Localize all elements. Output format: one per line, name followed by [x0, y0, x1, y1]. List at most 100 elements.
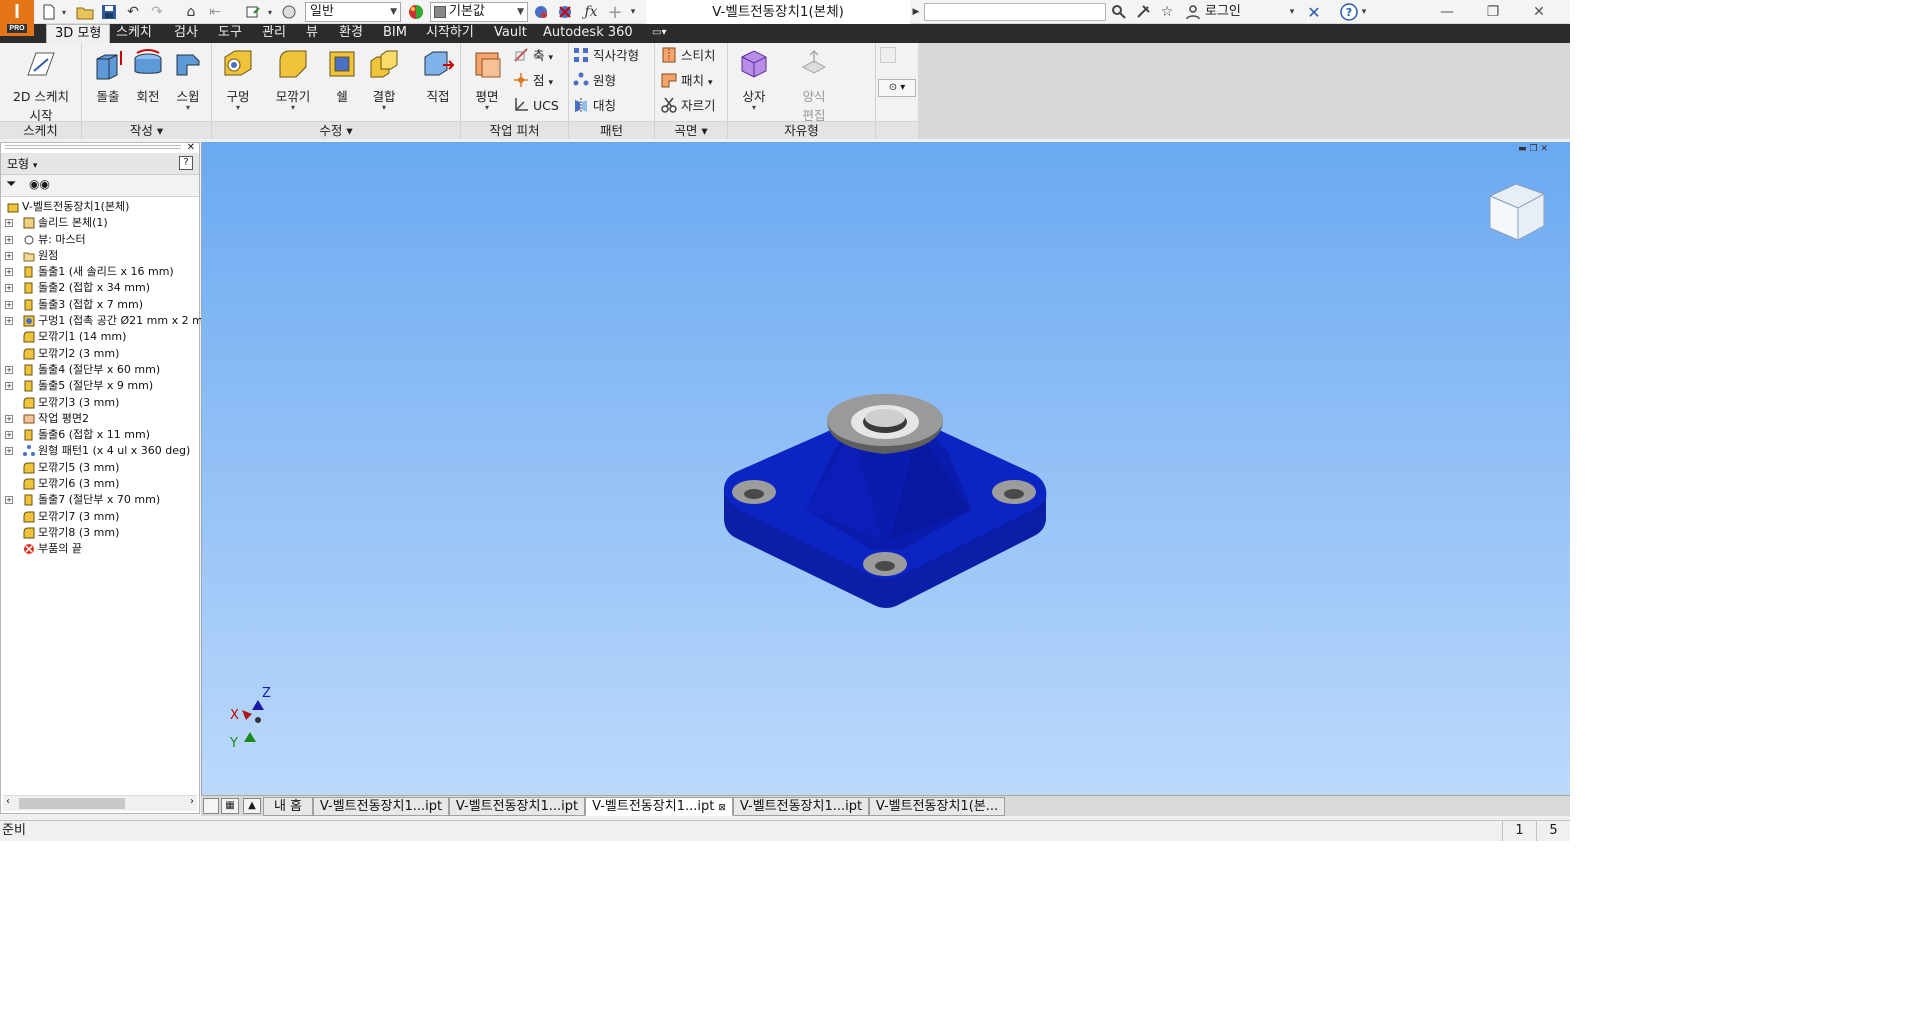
tree-root-node[interactable]: V-벨트전동장치1(본체) — [1, 199, 199, 215]
document-tab[interactable]: V-벨트전동장치1...ipt — [313, 797, 449, 816]
redo-icon[interactable]: ↷ — [146, 2, 168, 22]
tree-node[interactable]: 모깎기3 (3 mm) — [1, 395, 199, 411]
browser-header[interactable]: 모형 ▾ ? — [1, 153, 199, 175]
plus-icon[interactable]: + — [604, 2, 626, 23]
tree-node[interactable]: + 뷰: 마스터 — [1, 232, 199, 248]
viewport-minimize-icon[interactable]: ▬ — [1518, 144, 1527, 154]
shell-button[interactable]: 쉘 — [318, 45, 366, 105]
search-binoculars-icon[interactable] — [1108, 2, 1130, 22]
tab-sketch[interactable]: 스케치 — [108, 24, 160, 43]
scroll-thumb[interactable] — [19, 798, 125, 809]
tree-node[interactable]: + 구멍1 (접촉 공간 Ø21 mm x 2 mm, — [1, 313, 217, 329]
document-tab[interactable]: V-벨트전동장치1(본... — [869, 797, 1005, 816]
login-dropdown-icon[interactable]: ▾ — [1286, 2, 1298, 22]
help-icon[interactable]: ? — [1338, 2, 1360, 22]
tree-node[interactable]: 모깎기2 (3 mm) — [1, 346, 199, 362]
ribbon-display-options-icon[interactable]: ▭▾ — [644, 24, 674, 43]
tab-3d-model[interactable]: 3D 모형 — [46, 24, 111, 43]
tab-tools[interactable]: 도구 — [210, 24, 250, 43]
filter-icon[interactable]: ⏷ — [6, 177, 16, 192]
parameters-fx-icon[interactable]: ƒx — [580, 2, 602, 22]
hole-dropdown-icon[interactable]: ▾ — [214, 104, 262, 112]
tree-node[interactable]: 모깎기1 (14 mm) — [1, 329, 199, 345]
appearance-sphere-icon[interactable] — [405, 2, 427, 22]
tree-expand-icon[interactable]: + — [5, 365, 13, 374]
tree-node[interactable]: + 돌출4 (절단부 x 60 mm) — [1, 362, 199, 378]
fillet-dropdown-icon[interactable]: ▾ — [266, 104, 320, 112]
tab-view[interactable]: 뷰 — [298, 24, 326, 43]
sweep-dropdown-icon[interactable]: ▾ — [164, 104, 212, 112]
close-icon[interactable]: ✕ — [1516, 0, 1562, 24]
surface-panel-title[interactable]: 곡면 ▾ — [655, 121, 727, 139]
tree-node[interactable]: + 솔리드 본체(1) — [1, 215, 199, 231]
appearance-combo[interactable]: 기본값 ▼ — [430, 2, 528, 22]
open-folder-icon[interactable] — [74, 2, 96, 22]
start-2d-sketch-button[interactable]: 2D 스케치 시작 — [6, 45, 76, 124]
tree-expand-icon[interactable]: + — [5, 219, 13, 228]
scroll-left-icon[interactable]: ‹ — [6, 796, 10, 807]
user-icon[interactable] — [1182, 2, 1204, 22]
adjust-appearance-icon[interactable] — [530, 2, 552, 22]
plane-dropdown-icon[interactable]: ▾ — [463, 104, 511, 112]
combine-button[interactable]: 결합 ▾ — [360, 45, 408, 112]
restore-icon[interactable]: ❐ — [1470, 0, 1516, 24]
tree-node[interactable]: 모깎기5 (3 mm) — [1, 460, 199, 476]
modify-panel-title[interactable]: 수정 ▾ — [212, 121, 460, 139]
tab-autodesk-360[interactable]: Autodesk 360 — [535, 24, 641, 43]
direct-edit-button[interactable]: 직접 — [414, 45, 462, 105]
freeform-box-button[interactable]: 상자 ▾ — [730, 45, 778, 112]
plugin-icon[interactable] — [880, 47, 896, 63]
horizontal-scrollbar[interactable]: ‹ › — [3, 795, 197, 811]
tree-expand-icon[interactable]: + — [5, 496, 13, 505]
update-dropdown-icon[interactable]: ▾ — [264, 2, 276, 22]
tree-node[interactable]: + 돌출7 (절단부 x 70 mm) — [1, 492, 199, 508]
customize-qat-icon[interactable]: ▾ — [626, 2, 640, 22]
tree-expand-icon[interactable]: + — [5, 382, 13, 391]
tree-expand-icon[interactable]: + — [5, 251, 13, 260]
tree-node[interactable]: 모깎기6 (3 mm) — [1, 476, 199, 492]
work-axis-button[interactable]: 축 ▾ — [513, 45, 553, 67]
tree-node[interactable]: 모깎기7 (3 mm) — [1, 509, 199, 525]
tree-node[interactable]: 부품의 끝 — [1, 541, 199, 557]
tree-node[interactable]: + 원점 — [1, 248, 199, 264]
patch-dropdown-icon[interactable]: ▾ — [708, 78, 713, 88]
document-tab[interactable]: V-벨트전동장치1...ipt — [449, 797, 585, 816]
tree-node[interactable]: + 돌출2 (접합 x 34 mm) — [1, 280, 199, 296]
tree-expand-icon[interactable]: + — [5, 431, 13, 440]
document-tab[interactable]: 내 홈 — [263, 797, 313, 816]
scroll-right-icon[interactable]: › — [190, 796, 194, 807]
tree-node[interactable]: 모깎기8 (3 mm) — [1, 525, 199, 541]
tab-close-icon[interactable]: ⊠ — [718, 803, 726, 813]
point-dropdown-icon[interactable]: ▾ — [549, 78, 554, 88]
undo-icon[interactable]: ↶ — [122, 2, 144, 22]
viewcube[interactable] — [1484, 178, 1550, 248]
tree-node[interactable]: + 돌출1 (새 솔리드 x 16 mm) — [1, 264, 199, 280]
browser-close-icon[interactable]: ✕ — [187, 142, 195, 153]
browser-menu-dropdown-icon[interactable]: ▾ — [33, 161, 38, 171]
tab-vault[interactable]: Vault — [486, 24, 535, 43]
document-tab[interactable]: V-벨트전동장치1...ipt — [733, 797, 869, 816]
combine-dropdown-icon[interactable]: ▾ — [360, 104, 408, 112]
work-plane-button[interactable]: 평면 ▾ — [463, 45, 511, 112]
tab-get-started[interactable]: 시작하기 — [418, 24, 482, 43]
ucs-button[interactable]: UCS — [513, 95, 559, 117]
tree-expand-icon[interactable]: + — [5, 268, 13, 277]
hole-button[interactable]: 구멍 ▾ — [214, 45, 262, 112]
tree-node[interactable]: + 돌출3 (접합 x 7 mm) — [1, 297, 199, 313]
rectangular-pattern-button[interactable]: 직사각형 — [573, 45, 639, 67]
tab-environments[interactable]: 환경 — [331, 24, 371, 43]
tree-node[interactable]: + 돌출6 (접합 x 11 mm) — [1, 427, 199, 443]
help-search-input[interactable] — [924, 3, 1106, 21]
tree-node[interactable]: + 원형 패턴1 (x 4 ul x 360 deg) — [1, 443, 199, 459]
create-panel-title[interactable]: 작성 ▾ — [82, 121, 211, 139]
save-icon[interactable] — [98, 2, 120, 22]
tree-expand-icon[interactable]: + — [5, 414, 13, 423]
tree-expand-icon[interactable]: + — [5, 317, 13, 326]
return-icon[interactable]: ⇤ — [204, 2, 226, 22]
tree-node[interactable]: + 돌출5 (절단부 x 9 mm) — [1, 378, 199, 394]
find-binoculars-icon[interactable]: ◉◉ — [29, 177, 50, 191]
tab-manage[interactable]: 관리 — [254, 24, 294, 43]
viewport-restore-icon[interactable]: ❐ — [1530, 144, 1538, 154]
tile-windows-icon[interactable] — [203, 798, 219, 814]
box-dropdown-icon[interactable]: ▾ — [730, 104, 778, 112]
